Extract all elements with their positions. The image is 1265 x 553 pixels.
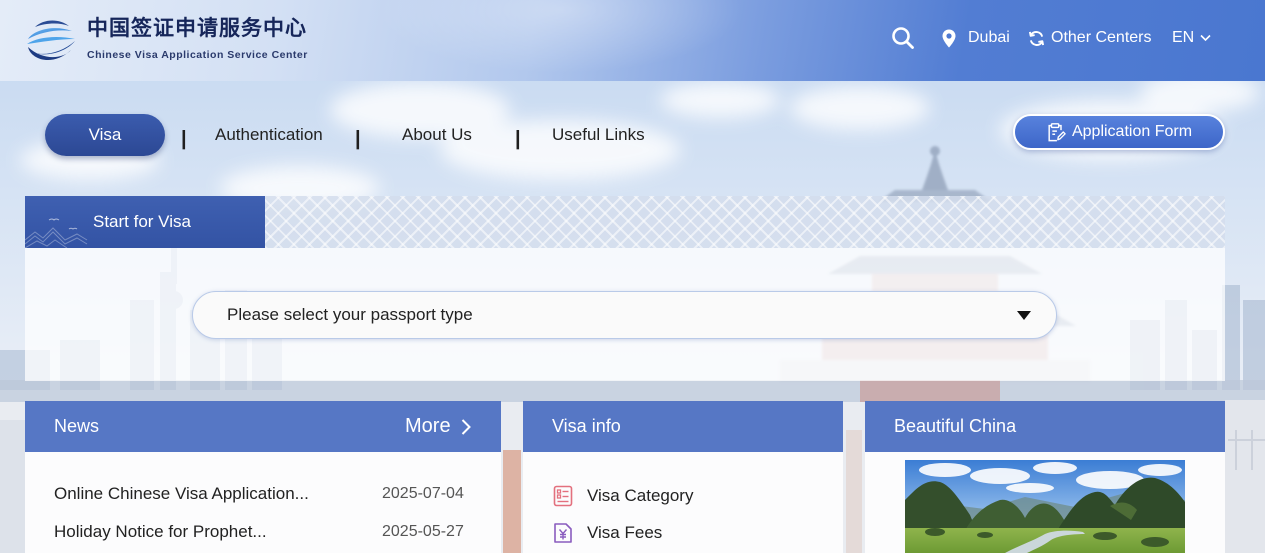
news-more-link[interactable]: More (405, 401, 471, 452)
beautiful-china-title: Beautiful China (894, 416, 1017, 436)
nav-item-authentication[interactable]: Authentication (215, 124, 323, 146)
beautiful-china-section: Beautiful China (865, 401, 1225, 553)
refresh-icon (1028, 30, 1045, 46)
news-item[interactable]: Online Chinese Visa Application... 2025-… (25, 483, 501, 505)
visa-category-label: Visa Category (587, 486, 694, 505)
visa-info-section: Visa info Visa Category Visa Fees (523, 401, 843, 553)
decorative-pattern-strip (265, 196, 1225, 248)
dropdown-triangle-icon (1017, 311, 1031, 320)
form-edit-icon (1048, 123, 1066, 142)
visa-info-list: Visa Category Visa Fees (523, 452, 843, 553)
logo-swoosh-icon (26, 20, 75, 61)
chevron-right-icon (461, 418, 471, 435)
other-centers-link[interactable]: Other Centers (1028, 27, 1151, 49)
news-title: News (54, 416, 100, 436)
page: 中国签证申请服务中心 Chinese Visa Application Serv… (0, 0, 1265, 553)
nav-separator: | (181, 128, 187, 150)
other-centers-label: Other Centers (1051, 29, 1152, 46)
more-label: More (405, 415, 451, 437)
news-item-title[interactable]: Holiday Notice for Prophet... (54, 521, 267, 543)
location-label: Dubai (968, 29, 1010, 46)
search-button[interactable] (891, 26, 915, 50)
start-for-visa-tab[interactable]: Start for Visa (25, 196, 265, 248)
beautiful-china-header: Beautiful China (865, 401, 1225, 452)
language-selector[interactable]: EN (1172, 27, 1211, 49)
yuan-document-icon (554, 523, 572, 543)
start-for-visa-label: Start for Visa (93, 212, 191, 231)
language-label: EN (1172, 29, 1195, 46)
news-list: Online Chinese Visa Application... 2025-… (25, 452, 501, 553)
logo-chinese-title: 中国签证申请服务中心 (87, 15, 307, 40)
news-item[interactable]: Holiday Notice for Prophet... 2025-05-27 (25, 521, 501, 543)
visa-category-link[interactable]: Visa Category (553, 485, 693, 507)
location-selector[interactable]: Dubai (942, 27, 1010, 49)
passport-type-select[interactable]: Please select your passport type (192, 291, 1057, 339)
site-logo[interactable]: 中国签证申请服务中心 Chinese Visa Application Serv… (0, 0, 320, 81)
list-document-icon (553, 485, 573, 507)
nav-separator: | (515, 128, 521, 150)
beautiful-china-body (865, 452, 1225, 553)
karst-landscape-photo[interactable] (905, 460, 1185, 553)
logo-english-title: Chinese Visa Application Service Center (87, 49, 308, 61)
news-header: News More (25, 401, 501, 452)
nav-item-visa[interactable]: Visa (45, 114, 165, 156)
application-form-label: Application Form (1071, 123, 1193, 140)
nav-item-about-us[interactable]: About Us (402, 124, 472, 146)
location-pin-icon (942, 29, 956, 47)
visa-info-header: Visa info (523, 401, 843, 452)
search-icon (892, 27, 914, 49)
news-item-date: 2025-05-27 (382, 523, 464, 540)
passport-type-placeholder: Please select your passport type (227, 305, 473, 324)
top-header: 中国签证申请服务中心 Chinese Visa Application Serv… (0, 0, 1265, 81)
nav-item-useful-links[interactable]: Useful Links (552, 124, 645, 146)
visa-fees-label: Visa Fees (587, 523, 663, 542)
news-item-title[interactable]: Online Chinese Visa Application... (54, 483, 309, 505)
wave-decoration-icon (25, 218, 88, 248)
chevron-down-icon (1200, 34, 1211, 42)
nav-separator: | (355, 128, 361, 150)
application-form-button[interactable]: Application Form (1013, 114, 1225, 150)
visa-info-title: Visa info (552, 416, 621, 436)
news-section: News More Online Chinese Visa Applicatio… (25, 401, 501, 553)
news-item-date: 2025-07-04 (382, 485, 464, 502)
visa-fees-link[interactable]: Visa Fees (553, 522, 662, 544)
